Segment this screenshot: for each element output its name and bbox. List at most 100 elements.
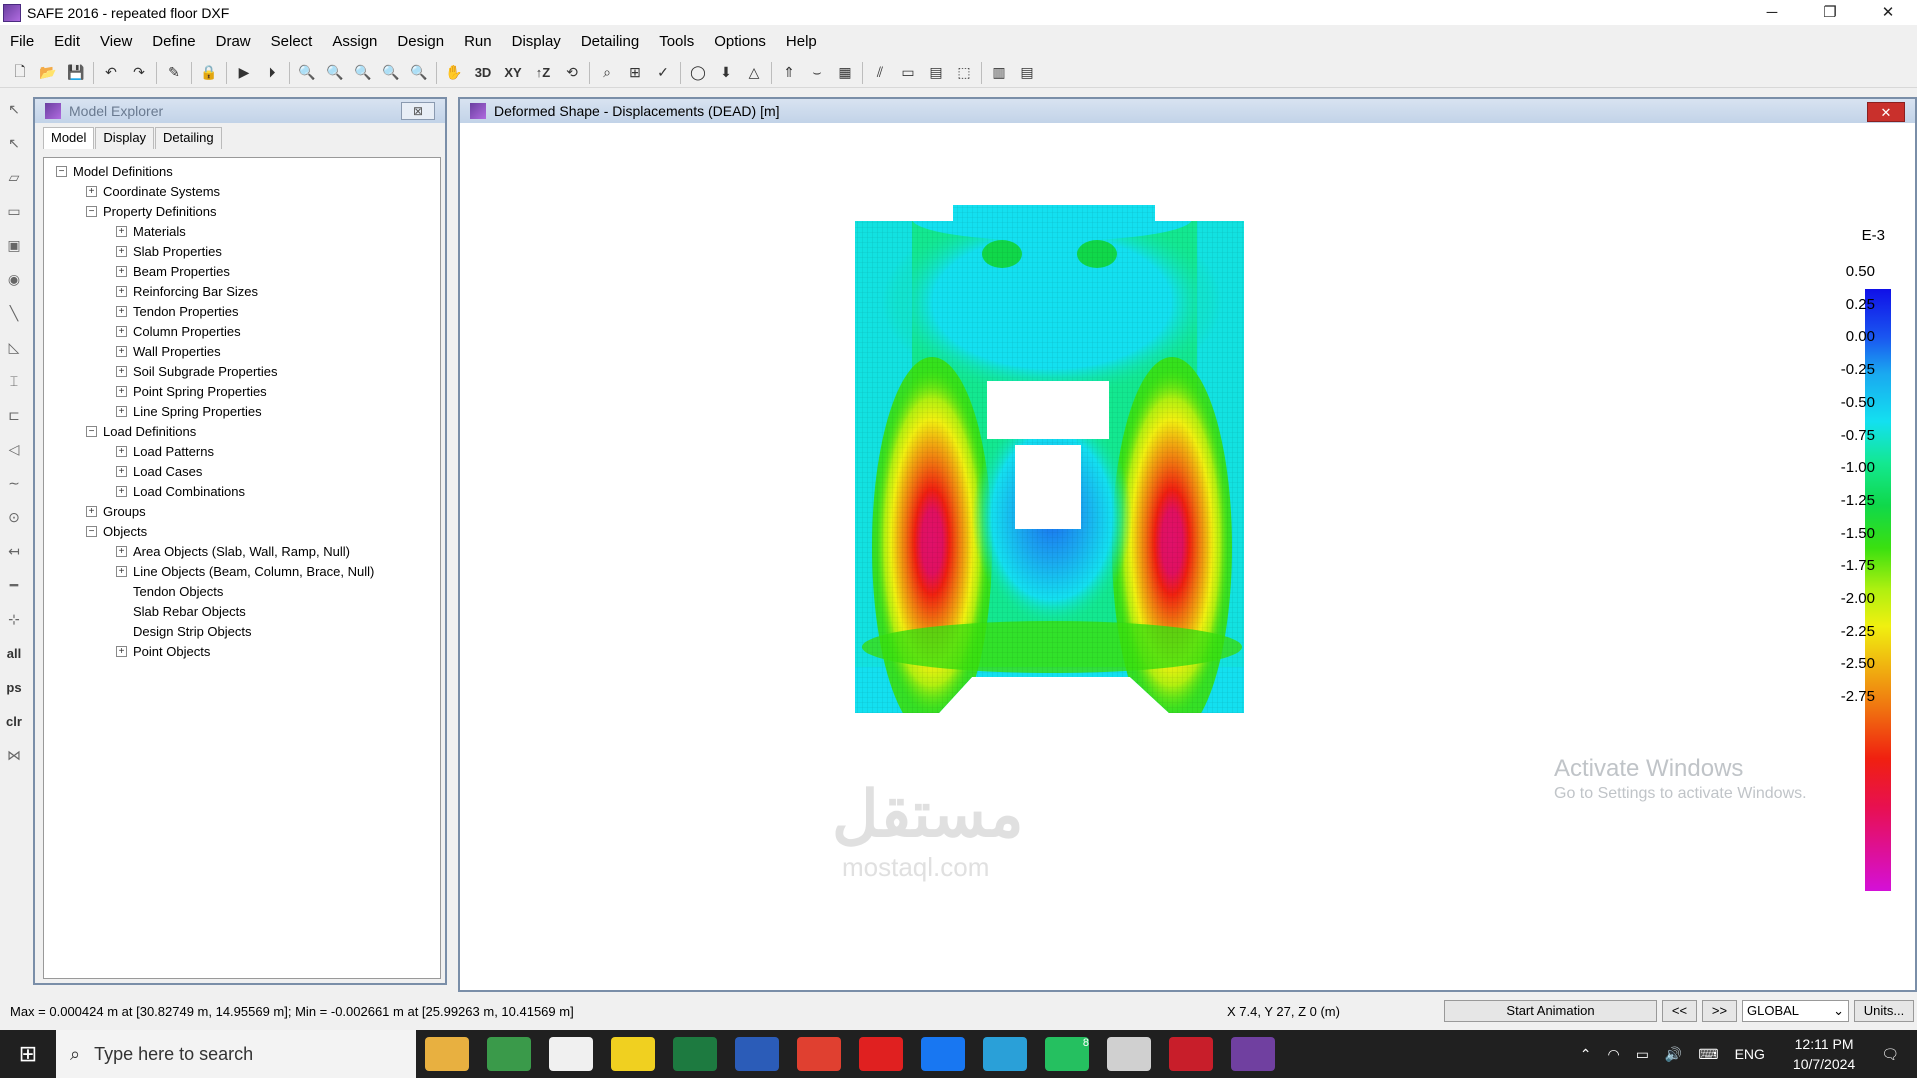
tab-model[interactable]: Model xyxy=(43,127,95,149)
expand-icon[interactable]: + xyxy=(116,365,127,377)
tree-item[interactable]: + Column Properties xyxy=(44,321,440,341)
volume-icon[interactable]: 🔊 xyxy=(1665,1046,1682,1063)
draw-wall-icon[interactable]: ⌶ xyxy=(1,364,27,398)
undo-icon[interactable]: ↶ xyxy=(97,60,125,86)
expand-icon[interactable]: + xyxy=(116,265,127,277)
coordinate-system-select[interactable]: GLOBAL ⌄ xyxy=(1742,1000,1849,1022)
taskbar-clock[interactable]: 12:11 PM 10/7/2024 xyxy=(1793,1034,1855,1074)
draw-tendon-icon[interactable]: ∼ xyxy=(1,466,27,500)
strip-line-icon[interactable]: ━ xyxy=(1,568,27,602)
select-all-button[interactable]: all xyxy=(1,636,27,670)
tree-item[interactable]: + Tendon Properties xyxy=(44,301,440,321)
menu-draw[interactable]: Draw xyxy=(206,33,261,50)
draw-ramp-icon[interactable]: ◁ xyxy=(1,432,27,466)
usb-drive-icon[interactable] xyxy=(1107,1037,1151,1071)
telegram-icon[interactable] xyxy=(983,1037,1027,1071)
menu-tools[interactable]: Tools xyxy=(649,33,704,50)
maximize-button[interactable]: ❐ xyxy=(1801,0,1859,25)
tree-item[interactable]: − Load Definitions xyxy=(44,421,440,441)
tree-item[interactable]: + Groups xyxy=(44,501,440,521)
expand-icon[interactable]: + xyxy=(116,285,127,297)
contour-icon[interactable]: ▦ xyxy=(831,60,859,86)
expand-icon[interactable]: + xyxy=(116,305,127,317)
zoom-fit-icon[interactable]: 🔍 xyxy=(405,60,433,86)
reshape-icon[interactable]: ↖ xyxy=(1,126,27,160)
draw-line-icon[interactable]: ╲ xyxy=(1,296,27,330)
deformed-shape-icon[interactable]: ⌣ xyxy=(803,60,831,86)
pointer-icon[interactable]: ↖ xyxy=(1,92,27,126)
menu-select[interactable]: Select xyxy=(261,33,323,50)
check-icon[interactable]: ✓ xyxy=(649,60,677,86)
tree-item[interactable]: + Point Objects xyxy=(44,641,440,661)
youtube-icon[interactable] xyxy=(859,1037,903,1071)
word-icon[interactable] xyxy=(735,1037,779,1071)
start-animation-button[interactable]: Start Animation xyxy=(1444,1000,1657,1022)
slab-icon[interactable]: ▤ xyxy=(922,60,950,86)
tree-item[interactable]: + Coordinate Systems xyxy=(44,181,440,201)
load-icon[interactable]: ⬇ xyxy=(712,60,740,86)
tree-item[interactable]: Design Strip Objects xyxy=(44,621,440,641)
pencil-icon[interactable]: ✎ xyxy=(160,60,188,86)
draw-area-icon[interactable]: ▱ xyxy=(1,160,27,194)
expand-icon[interactable]: + xyxy=(116,385,127,397)
expand-icon[interactable]: + xyxy=(116,565,127,577)
expand-icon[interactable]: + xyxy=(116,645,127,657)
menu-run[interactable]: Run xyxy=(454,33,502,50)
whatsapp-icon[interactable]: 8 xyxy=(1045,1037,1089,1071)
previous-step-button[interactable]: << xyxy=(1662,1000,1697,1022)
tree-item[interactable]: − Property Definitions xyxy=(44,201,440,221)
expand-icon[interactable]: + xyxy=(86,185,97,197)
menu-edit[interactable]: Edit xyxy=(44,33,90,50)
expand-icon[interactable]: + xyxy=(116,225,127,237)
keyboard-icon[interactable]: ⌨ xyxy=(1698,1046,1718,1063)
tree-item[interactable]: + Load Combinations xyxy=(44,481,440,501)
run-icon[interactable]: ▶ xyxy=(230,60,258,86)
wifi-icon[interactable]: ◠ xyxy=(1607,1046,1619,1063)
expand-icon[interactable]: + xyxy=(116,445,127,457)
tree-item[interactable]: + Load Cases xyxy=(44,461,440,481)
explorer-close-button[interactable]: ⊠ xyxy=(401,102,435,120)
clear-selection-button[interactable]: clr xyxy=(1,704,27,738)
model-canvas[interactable]: E-3 0.50 0.25 0.00 -0.25 -0.50 -0.75 -1.… xyxy=(462,127,1913,988)
expand-icon[interactable]: + xyxy=(116,345,127,357)
notifications-icon[interactable]: 🗨 xyxy=(1881,1046,1899,1063)
circle-icon[interactable]: ◯ xyxy=(684,60,712,86)
tree-item[interactable]: − Objects xyxy=(44,521,440,541)
menu-assign[interactable]: Assign xyxy=(322,33,387,50)
view-xy-button[interactable]: XY xyxy=(498,60,528,86)
collapse-icon[interactable]: − xyxy=(56,165,67,177)
intersect-icon[interactable]: ⋈ xyxy=(1,738,27,772)
beam-icon[interactable]: ▭ xyxy=(894,60,922,86)
pan-icon[interactable]: ✋ xyxy=(440,60,468,86)
lock-icon[interactable]: 🔒 xyxy=(195,60,223,86)
menu-define[interactable]: Define xyxy=(142,33,205,50)
facebook-icon[interactable] xyxy=(921,1037,965,1071)
draw-spring-icon[interactable]: ⊙ xyxy=(1,500,27,534)
dimension-icon[interactable]: ↤ xyxy=(1,534,27,568)
snap-icon[interactable]: ⊹ xyxy=(1,602,27,636)
collapse-icon[interactable]: − xyxy=(86,205,97,217)
expand-icon[interactable]: + xyxy=(116,485,127,497)
tree-item[interactable]: Slab Rebar Objects xyxy=(44,601,440,621)
strip-icon[interactable]: ⫽ xyxy=(866,60,894,86)
menu-help[interactable]: Help xyxy=(776,33,827,50)
section-cut-icon[interactable]: ⬚ xyxy=(950,60,978,86)
battery-icon[interactable]: ▭ xyxy=(1636,1046,1649,1063)
tree-item[interactable]: + Reinforcing Bar Sizes xyxy=(44,281,440,301)
tree-item[interactable]: + Beam Properties xyxy=(44,261,440,281)
draw-rect-icon[interactable]: ▭ xyxy=(1,194,27,228)
autocad-icon[interactable] xyxy=(1169,1037,1213,1071)
minimize-button[interactable]: ─ xyxy=(1743,0,1801,25)
tab-display[interactable]: Display xyxy=(95,127,155,149)
tree-item[interactable]: + Materials xyxy=(44,221,440,241)
object-shrink-icon[interactable]: ⊞ xyxy=(621,60,649,86)
edge-icon[interactable] xyxy=(487,1037,531,1071)
zoom-previous-icon[interactable]: 🔍 xyxy=(321,60,349,86)
draw-beam-icon[interactable]: ◺ xyxy=(1,330,27,364)
rotate-icon[interactable]: ⟲ xyxy=(558,60,586,86)
expand-icon[interactable]: + xyxy=(116,545,127,557)
menu-file[interactable]: File xyxy=(0,33,44,50)
save-icon[interactable]: 💾 xyxy=(62,60,90,86)
reactions-icon[interactable]: ⇑ xyxy=(775,60,803,86)
file-explorer-icon[interactable] xyxy=(425,1037,469,1071)
